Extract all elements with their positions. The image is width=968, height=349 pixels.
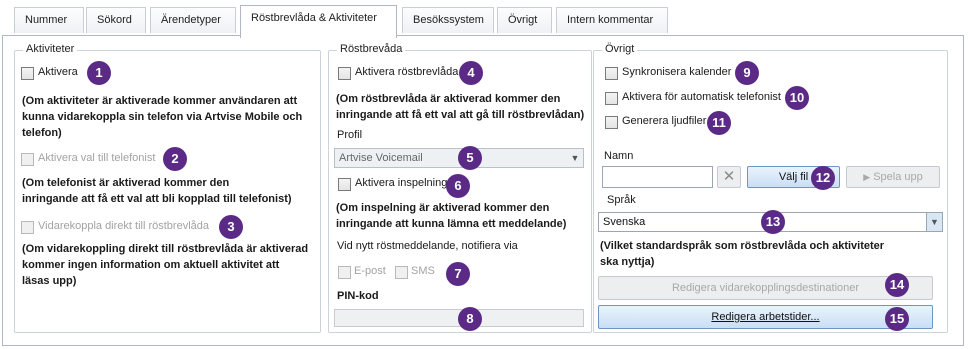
forward-voicemail-checkbox[interactable] [21, 221, 34, 234]
badge-3: 3 [219, 215, 243, 239]
dropdown-arrow-icon: ▼ [570, 153, 580, 163]
clear-x-icon[interactable]: ✕ [717, 166, 741, 188]
other-title: Övrigt [602, 43, 638, 55]
sms-checkbox[interactable] [395, 266, 408, 279]
badge-8: 8 [458, 307, 482, 331]
play-icon: ▶ [863, 172, 871, 182]
activate-voicemail-checkbox[interactable] [338, 67, 351, 80]
profile-value: Artvise Voicemail [339, 152, 423, 164]
phonist-note-line: (Om telefonist är aktiverad kommer den [22, 177, 230, 189]
voicemail-title: Röstbrevåda [337, 43, 406, 55]
voicemail-note-line: inringande att få ett val att gå till rö… [336, 109, 585, 121]
tab-ovrigt[interactable]: Övrigt [497, 7, 552, 33]
language-note-line: (Vilket standardspråk som röstbrevlåda o… [600, 240, 885, 252]
badge-5: 5 [458, 146, 482, 170]
tab-rostbrevlada-aktiviteter[interactable]: Röstbrevlåda & Aktiviteter [240, 5, 397, 38]
email-checkbox[interactable] [338, 266, 351, 279]
activate-activities-checkbox[interactable] [21, 67, 34, 80]
activate-activities-label: Aktivera [38, 66, 78, 78]
recording-note-line: inringande att kunna lämna ett meddeland… [336, 218, 567, 230]
edit-working-hours-button[interactable]: Redigera arbetstider... [598, 305, 933, 329]
recording-note: (Om inspelning är aktiverad kommer den i… [336, 200, 566, 232]
notify-label: Vid nytt röstmeddelande, notifiera via [337, 240, 518, 252]
activate-voicemail-label: Aktivera röstbrevlåda [355, 66, 459, 78]
activities-note-line: (Om aktiviteter är aktiverade kommer anv… [22, 95, 298, 107]
generate-audio-checkbox[interactable] [605, 116, 618, 129]
sync-calendar-checkbox[interactable] [605, 67, 618, 80]
badge-6: 6 [446, 174, 470, 198]
activities-note-line: telefon) [22, 127, 62, 139]
forward-note-line: (Om vidarekoppling direkt till röstbrevl… [22, 243, 309, 255]
name-input[interactable] [602, 166, 713, 188]
auto-phonist-label: Aktivera för automatisk telefonist [622, 91, 781, 103]
activate-phonist-checkbox[interactable] [21, 153, 34, 166]
tab-sokord[interactable]: Sökord [86, 7, 146, 33]
language-note: (Vilket standardspråk som röstbrevlåda o… [600, 238, 884, 270]
activities-title: Aktiviteter [23, 43, 78, 55]
dropdown-arrow-icon: ▼ [926, 213, 942, 231]
activate-recording-label: Aktivera inspelning [355, 177, 448, 189]
forward-note: (Om vidarekoppling direkt till röstbrevl… [22, 241, 308, 289]
pin-label: PIN-kod [337, 290, 379, 302]
badge-13: 13 [761, 210, 785, 234]
tab-nummer[interactable]: Nummer [14, 7, 84, 33]
tab-besokssystem[interactable]: Besökssystem [402, 7, 494, 33]
tab-arendetyper[interactable]: Ärendetyper [150, 7, 236, 33]
language-value: Svenska [603, 216, 646, 228]
language-label: Språk [607, 194, 636, 206]
auto-phonist-checkbox[interactable] [605, 92, 618, 105]
forward-voicemail-label: Vidarekoppla direkt till röstbrevlåda [38, 220, 209, 232]
badge-7: 7 [446, 262, 470, 286]
tab-intern-kommentar[interactable]: Intern kommentar [556, 7, 668, 33]
badge-10: 10 [785, 86, 809, 110]
badge-2: 2 [163, 147, 187, 171]
voicemail-note-line: (Om röstbrevlåda är aktiverad kommer den [336, 93, 561, 105]
play-label: Spela upp [873, 171, 923, 183]
email-label: E-post [354, 265, 386, 277]
activate-phonist-label: Aktivera val till telefonist [38, 152, 156, 164]
badge-9: 9 [735, 61, 759, 85]
activate-recording-checkbox[interactable] [338, 178, 351, 191]
edit-forward-destinations-button[interactable]: Redigera vidarekopplingsdestinationer [598, 276, 933, 300]
sms-label: SMS [411, 265, 435, 277]
forward-note-line: kommer ingen information om aktuell akti… [22, 259, 280, 271]
forward-note-line: läsas upp) [22, 275, 77, 287]
recording-note-line: (Om inspelning är aktiverad kommer den [336, 202, 550, 214]
activities-note-line: kunna vidarekoppla sin telefon via Artvi… [22, 111, 303, 123]
activities-note: (Om aktiviteter är aktiverade kommer anv… [22, 93, 302, 141]
voicemail-note: (Om röstbrevlåda är aktiverad kommer den… [336, 91, 584, 123]
badge-11: 11 [707, 111, 731, 135]
phonist-note-line: inringande att få ett val att bli koppla… [22, 193, 292, 205]
profile-label: Profil [337, 129, 363, 141]
tab-bar: Nummer Sökord Ärendetyper Röstbrevlåda &… [0, 0, 968, 38]
badge-12: 12 [811, 166, 835, 190]
badge-15: 15 [885, 307, 909, 331]
badge-1: 1 [87, 61, 111, 85]
sync-calendar-label: Synkronisera kalender [622, 66, 732, 78]
phonist-note: (Om telefonist är aktiverad kommer den i… [22, 175, 292, 207]
name-label: Namn [604, 150, 634, 162]
badge-14: 14 [885, 273, 909, 297]
generate-audio-label: Generera ljudfiler [622, 115, 707, 127]
play-button[interactable]: ▶ Spela upp [846, 166, 940, 188]
badge-4: 4 [459, 61, 483, 85]
language-note-line: ska nyttja) [600, 256, 655, 268]
